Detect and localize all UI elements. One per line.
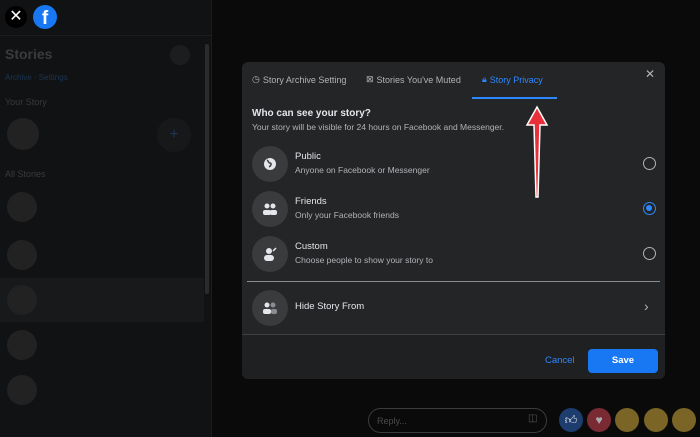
option-title: Public <box>295 151 321 162</box>
sticker-icon[interactable]: ◫ <box>528 413 537 424</box>
section-heading: Who can see your story? <box>252 108 371 119</box>
divider <box>247 281 660 282</box>
option-description: Only your Facebook friends <box>295 210 399 220</box>
radio-custom[interactable] <box>643 247 656 260</box>
sidebar-title: Stories <box>5 46 53 62</box>
story-avatar[interactable] <box>7 240 37 270</box>
love-reaction-icon[interactable]: ♥ <box>587 408 611 432</box>
story-avatar[interactable] <box>7 375 37 405</box>
your-story-heading: Your Story <box>5 97 47 107</box>
tab-story-archive-setting[interactable]: ◷ Story Archive Setting <box>252 74 346 85</box>
option-description: Choose people to show your story to <box>295 255 433 265</box>
like-reaction-icon[interactable]: 👍︎ <box>559 408 583 432</box>
save-button[interactable]: Save <box>588 349 658 373</box>
top-bar <box>0 0 212 36</box>
option-custom[interactable]: Custom Choose people to show your story … <box>242 232 665 276</box>
avatar <box>7 118 39 150</box>
tab-story-privacy[interactable]: 🔒︎ Story Privacy <box>482 74 543 85</box>
tab-stories-muted[interactable]: ⊠ Stories You've Muted <box>366 74 461 85</box>
hide-story-label: Hide Story From <box>295 301 365 312</box>
chevron-right-icon: › <box>644 298 649 314</box>
hide-story-from-row[interactable]: Hide Story From › <box>242 286 665 330</box>
story-avatar[interactable] <box>7 192 37 222</box>
radio-friends[interactable] <box>643 202 656 215</box>
section-subtitle: Your story will be visible for 24 hours … <box>252 122 504 132</box>
muted-box-icon: ⊠ <box>366 74 374 84</box>
active-tab-indicator <box>472 97 557 99</box>
reply-input[interactable]: Reply... <box>368 408 547 433</box>
globe-icon <box>252 146 288 182</box>
tab-label: Story Privacy <box>489 74 543 85</box>
haha-reaction-icon[interactable] <box>644 408 668 432</box>
facebook-logo-icon[interactable]: f <box>33 5 57 29</box>
clock-icon: ◷ <box>252 74 260 84</box>
add-story-button[interactable]: + <box>157 118 191 152</box>
option-public[interactable]: Public Anyone on Facebook or Messenger <box>242 142 665 186</box>
option-title: Custom <box>295 241 328 252</box>
option-friends[interactable]: Friends Only your Facebook friends <box>242 187 665 231</box>
radio-public[interactable] <box>643 157 656 170</box>
tab-label: Story Archive Setting <box>262 74 347 85</box>
care-reaction-icon[interactable] <box>615 408 639 432</box>
close-dialog-button[interactable]: ✕ <box>645 67 655 81</box>
option-title: Friends <box>295 196 327 207</box>
lock-icon: 🔒︎ <box>482 74 487 84</box>
settings-panel-icon[interactable] <box>170 45 190 65</box>
close-icon[interactable]: ✕ <box>5 6 27 28</box>
custom-person-icon <box>252 236 288 272</box>
cancel-button[interactable]: Cancel <box>545 355 575 366</box>
sidebar-scrollbar[interactable] <box>205 44 209 294</box>
friends-icon <box>252 191 288 227</box>
story-settings-dialog: ◷ Story Archive Setting ⊠ Stories You've M… <box>242 62 665 379</box>
tab-label: Stories You've Muted <box>376 74 461 85</box>
wow-reaction-icon[interactable] <box>672 408 696 432</box>
red-arrow-annotation <box>525 105 549 198</box>
story-avatar[interactable] <box>7 285 37 315</box>
story-avatar[interactable] <box>7 330 37 360</box>
hide-person-icon <box>252 290 288 326</box>
stories-sidebar: ✕ f Stories Archive · Settings Your Stor… <box>0 0 212 437</box>
dialog-footer: Cancel Save <box>242 334 665 379</box>
all-stories-heading: All Stories <box>5 169 46 179</box>
option-description: Anyone on Facebook or Messenger <box>295 165 430 175</box>
archive-settings-links[interactable]: Archive · Settings <box>5 73 68 82</box>
